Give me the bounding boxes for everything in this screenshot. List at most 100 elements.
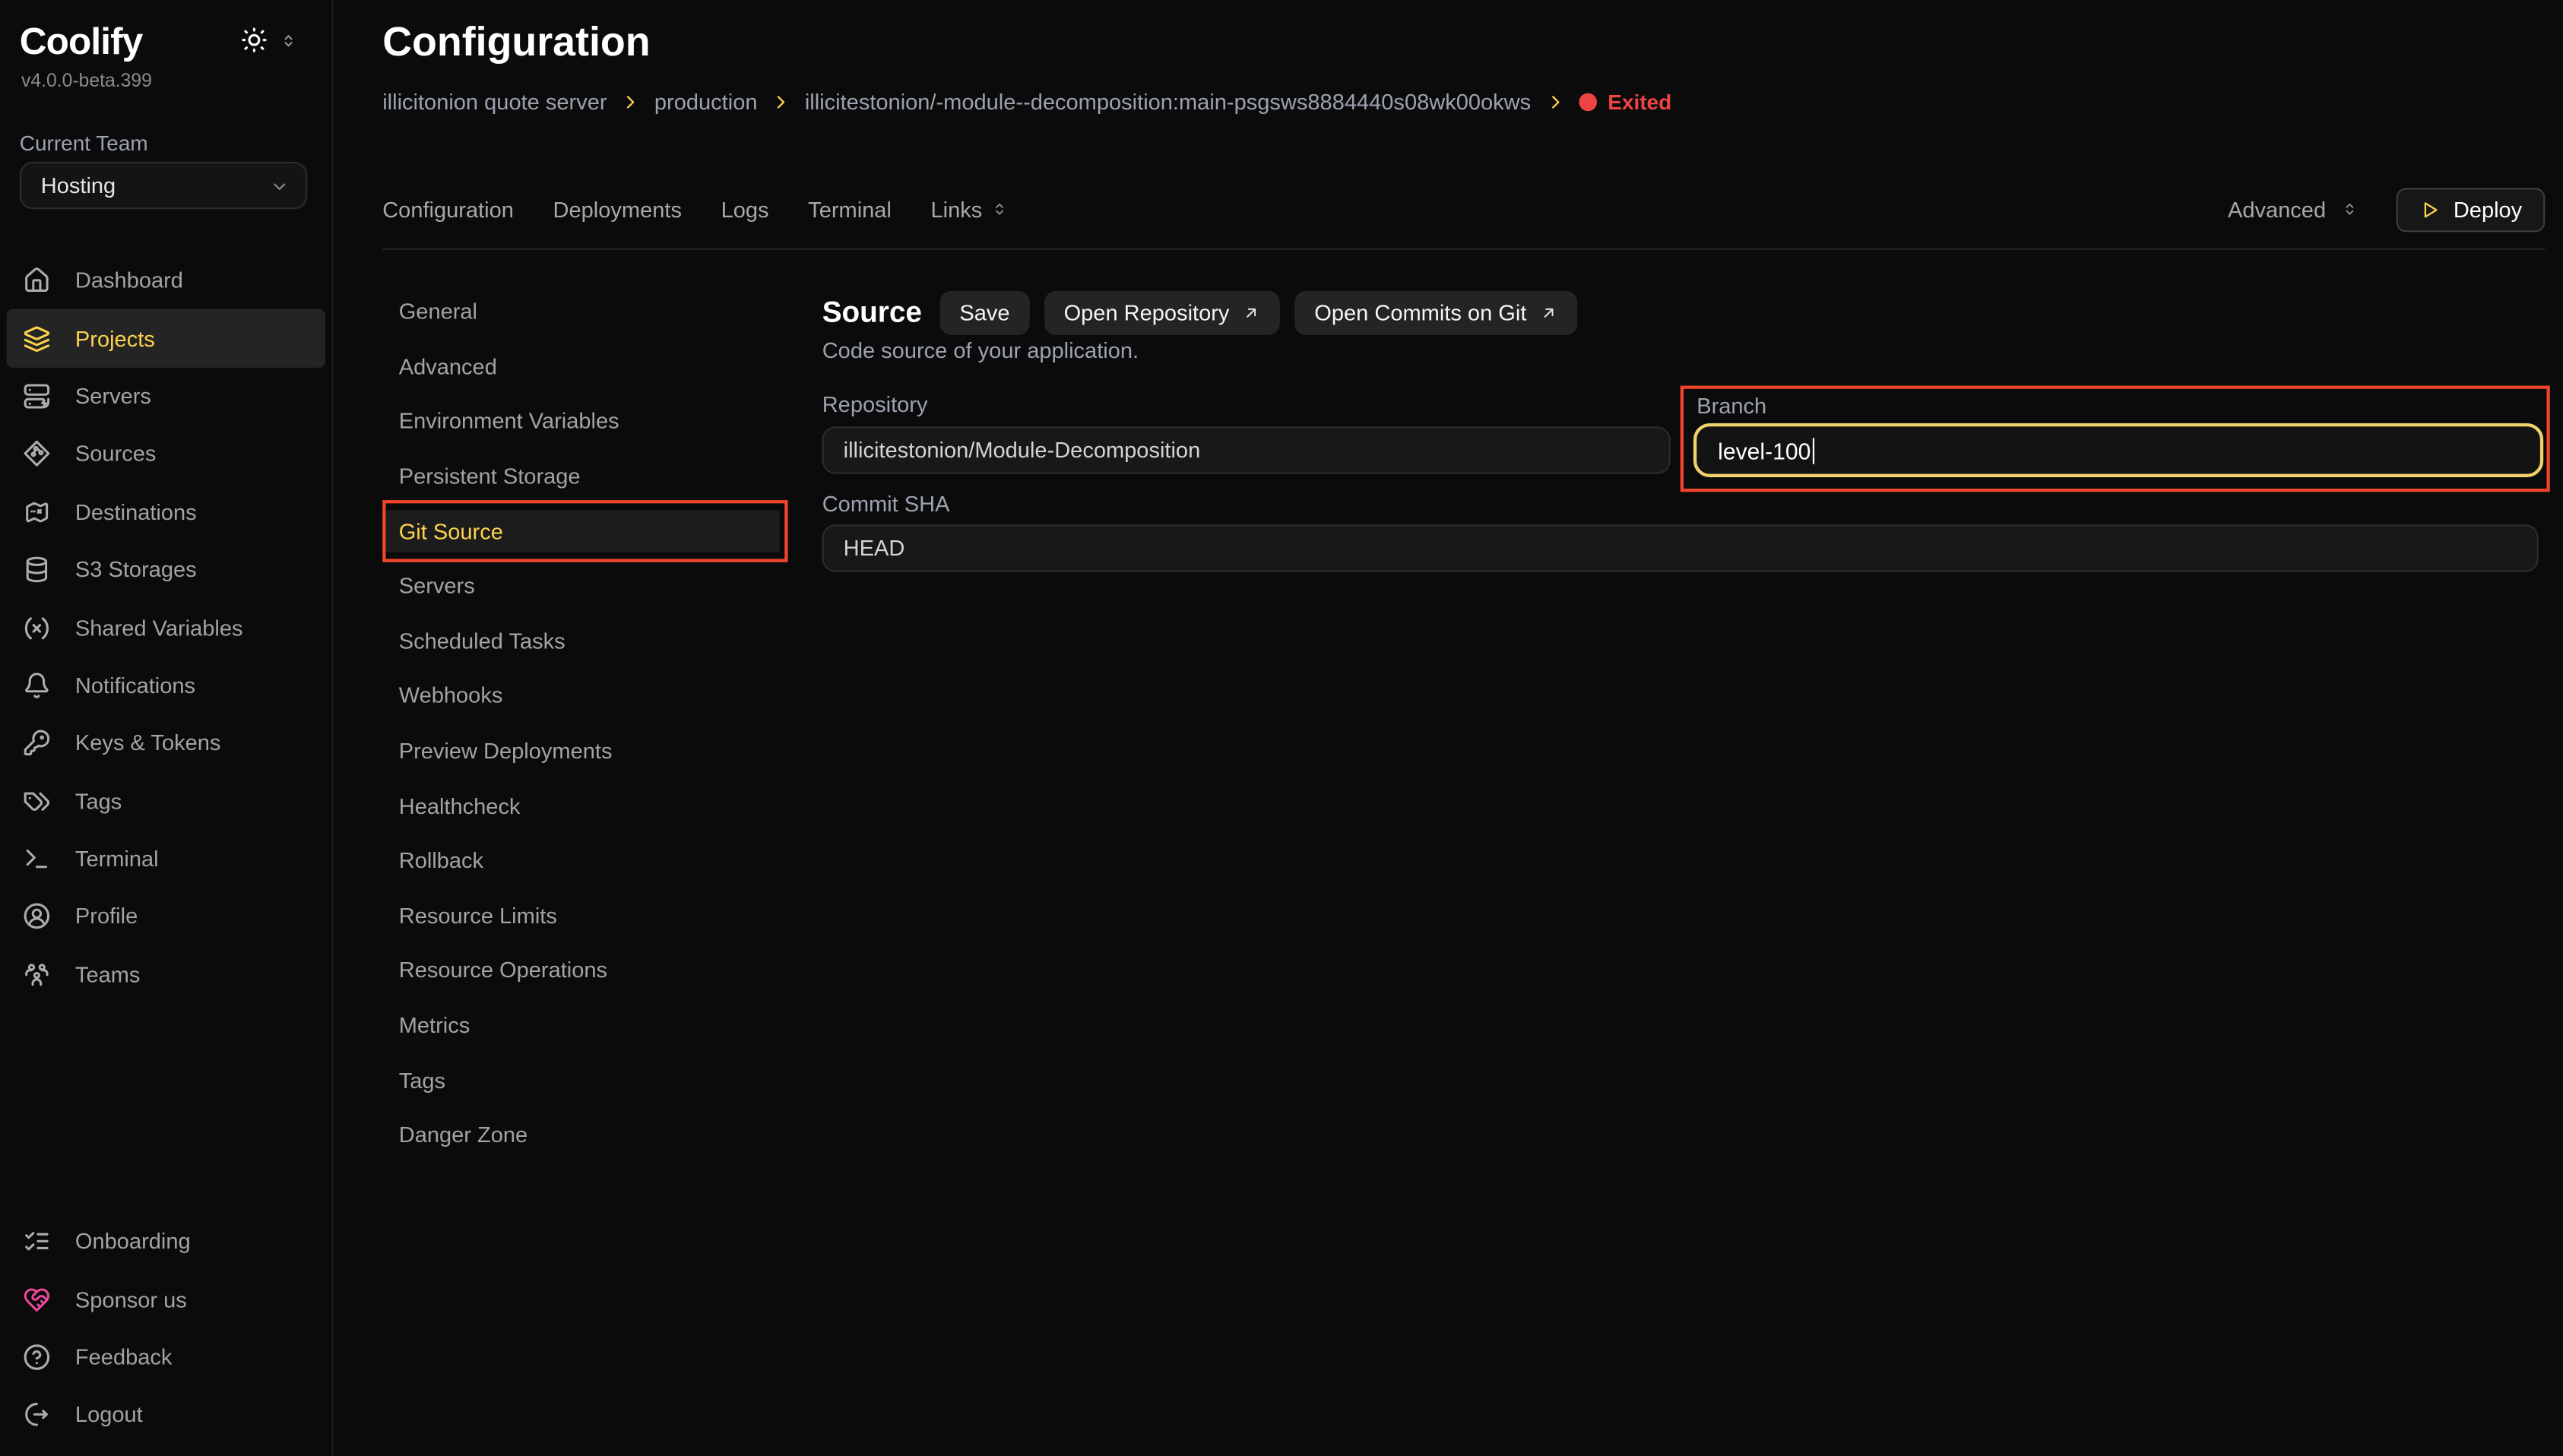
theme-toggle-button[interactable] — [240, 26, 268, 54]
config-menu-item-advanced[interactable]: Advanced — [382, 339, 780, 394]
source-heading: Source — [822, 296, 922, 330]
tab-logs[interactable]: Logs — [721, 197, 769, 221]
save-button[interactable]: Save — [940, 291, 1030, 335]
advanced-dropdown[interactable]: Advanced — [2228, 197, 2359, 221]
sidebar-item-projects[interactable]: Projects — [7, 309, 325, 367]
team-select[interactable]: Hosting — [20, 162, 307, 209]
sidebar-item-label: Tags — [75, 789, 122, 813]
map-icon — [23, 498, 51, 526]
config-menu-item-webhooks[interactable]: Webhooks — [382, 669, 780, 723]
updown-chevron-icon — [990, 199, 1009, 219]
sidebar-item-notifications[interactable]: Notifications — [7, 657, 325, 714]
sidebar-footer-nav: Onboarding Sponsor us Feedback Logout — [0, 1213, 332, 1444]
sidebar-item-feedback[interactable]: Feedback — [7, 1328, 325, 1386]
sidebar-item-servers[interactable]: Servers — [7, 367, 325, 425]
config-menu-item-healthcheck[interactable]: Healthcheck — [382, 778, 780, 833]
config-menu-item-scheduled-tasks[interactable]: Scheduled Tasks — [382, 614, 780, 669]
sidebar-item-label: Notifications — [75, 673, 195, 698]
config-menu-item-git-source[interactable]: Git Source — [382, 510, 780, 552]
team-select-value: Hosting — [41, 173, 116, 198]
theme-select-chevrons[interactable] — [280, 31, 298, 51]
status-dot — [1579, 93, 1597, 112]
sidebar-item-destinations[interactable]: Destinations — [7, 483, 325, 541]
tab-configuration[interactable]: Configuration — [382, 197, 514, 221]
bell-icon — [23, 672, 51, 700]
sidebar-item-onboarding[interactable]: Onboarding — [7, 1213, 325, 1271]
repository-input[interactable]: illicitestonion/Module-Decomposition — [822, 426, 1671, 473]
config-menu-item-environment-variables[interactable]: Environment Variables — [382, 394, 780, 449]
config-menu-item-resource-limits[interactable]: Resource Limits — [382, 888, 780, 943]
open-repository-button[interactable]: Open Repository — [1044, 291, 1280, 335]
config-menu-item-metrics[interactable]: Metrics — [382, 998, 780, 1052]
sidebar-item-s3-storages[interactable]: S3 Storages — [7, 541, 325, 599]
sidebar: Coolify v4.0.0-beta.399 Current Team Hos… — [0, 0, 334, 1456]
variables-icon — [23, 614, 51, 642]
terminal-icon — [23, 845, 51, 873]
sidebar-item-label: Keys & Tokens — [75, 731, 221, 755]
deploy-button[interactable]: Deploy — [2397, 187, 2546, 231]
sidebar-item-label: Servers — [75, 384, 151, 408]
chevron-right-icon — [1544, 91, 1565, 112]
sidebar-item-label: Projects — [75, 326, 155, 350]
config-menu-item-servers[interactable]: Servers — [382, 559, 780, 613]
config-menu-item-persistent-storage[interactable]: Persistent Storage — [382, 449, 780, 504]
sidebar-item-terminal[interactable]: Terminal — [7, 830, 325, 888]
sidebar-item-logout[interactable]: Logout — [7, 1386, 325, 1444]
tab-terminal[interactable]: Terminal — [808, 197, 892, 221]
logout-icon — [23, 1401, 51, 1429]
tab-bar: Configuration Deployments Logs Terminal … — [382, 170, 2545, 250]
config-menu: General Advanced Environment Variables P… — [382, 284, 780, 1163]
status-label: Exited — [1608, 90, 1671, 114]
external-link-icon — [1243, 304, 1261, 322]
layers-icon — [23, 324, 51, 353]
sidebar-item-teams[interactable]: Teams — [7, 945, 325, 1003]
app-logo[interactable]: Coolify — [20, 20, 143, 64]
breadcrumb-application[interactable]: illicitestonion/-module--decomposition:m… — [805, 90, 1531, 114]
sidebar-item-label: Dashboard — [75, 268, 183, 293]
tab-links[interactable]: Links — [931, 197, 1009, 221]
sidebar-item-label: Sources — [75, 442, 157, 466]
sidebar-nav: Dashboard Projects Servers Sources — [0, 252, 332, 1003]
sidebar-item-label: Onboarding — [75, 1230, 191, 1254]
sidebar-item-sources[interactable]: Sources — [7, 425, 325, 483]
tags-icon — [23, 787, 51, 815]
branch-input[interactable]: level-100 — [1693, 423, 2543, 477]
sidebar-item-tags[interactable]: Tags — [7, 772, 325, 830]
sidebar-item-label: S3 Storages — [75, 558, 197, 582]
key-icon — [23, 730, 51, 758]
heart-handshake-icon — [23, 1286, 51, 1314]
sidebar-item-dashboard[interactable]: Dashboard — [7, 252, 325, 309]
sidebar-item-sponsor-us[interactable]: Sponsor us — [7, 1271, 325, 1328]
breadcrumb-environment[interactable]: production — [654, 90, 758, 114]
sidebar-item-shared-variables[interactable]: Shared Variables — [7, 599, 325, 657]
config-menu-item-tags[interactable]: Tags — [382, 1053, 780, 1108]
sidebar-item-label: Teams — [75, 962, 141, 986]
commit-sha-input[interactable]: HEAD — [822, 524, 2539, 571]
breadcrumb-project[interactable]: illicitonion quote server — [382, 90, 607, 114]
users-icon — [23, 961, 51, 989]
updown-chevron-icon — [2340, 199, 2359, 219]
config-menu-item-resource-operations[interactable]: Resource Operations — [382, 943, 780, 998]
server-icon — [23, 382, 51, 410]
sidebar-item-keys-tokens[interactable]: Keys & Tokens — [7, 714, 325, 772]
text-caret — [1813, 437, 1815, 463]
sidebar-item-label: Logout — [75, 1403, 143, 1427]
play-icon — [2419, 198, 2441, 220]
config-menu-item-preview-deployments[interactable]: Preview Deployments — [382, 723, 780, 778]
sidebar-item-profile[interactable]: Profile — [7, 888, 325, 945]
config-menu-item-rollback[interactable]: Rollback — [382, 834, 780, 888]
chevron-right-icon — [620, 91, 642, 112]
status-badge: Exited — [1579, 90, 1672, 114]
config-menu-item-general[interactable]: General — [382, 284, 780, 339]
external-link-icon — [1540, 304, 1558, 322]
open-commits-button[interactable]: Open Commits on Git — [1294, 291, 1577, 335]
branch-label: Branch — [1697, 393, 1766, 417]
main-content: Configuration illicitonion quote server … — [334, 0, 2563, 1456]
current-team-label: Current Team — [20, 131, 148, 155]
sun-icon — [240, 26, 268, 54]
database-icon — [23, 555, 51, 584]
sidebar-item-label: Shared Variables — [75, 616, 243, 640]
config-menu-item-danger-zone[interactable]: Danger Zone — [382, 1108, 780, 1163]
tab-deployments[interactable]: Deployments — [553, 197, 682, 221]
tab-bar-right: Advanced Deploy — [2228, 187, 2545, 231]
